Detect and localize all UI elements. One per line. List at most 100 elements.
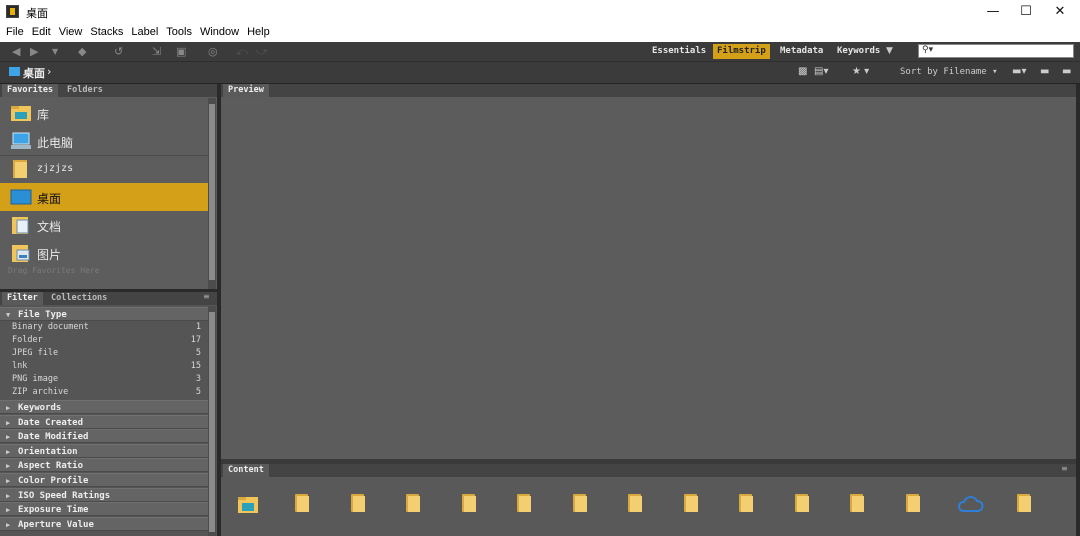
sort-dropdown[interactable]: Sort by Filename ▾ [900,67,998,77]
refine-icon[interactable]: ▣ [176,45,186,58]
favorite-item-pictures[interactable]: 图片 [0,239,208,267]
workspace-menu-icon[interactable]: ▼ [886,45,893,58]
filter-section-color-profile[interactable]: ▶ Color Profile [0,473,208,487]
tab-collections[interactable]: Collections [46,292,112,305]
folder-icon[interactable] [906,494,920,512]
forward-icon[interactable]: ▶ [30,45,38,58]
favorite-item-library[interactable]: 库 [0,99,208,127]
grid-view-icon[interactable]: ▩ [798,66,807,77]
workspace-filmstrip[interactable]: Filmstrip [713,44,770,59]
back-icon[interactable]: ◀ [12,45,20,58]
filter-panel: Filter Collections ≡ ▼ File Type Binary … [0,292,217,536]
path-bar: 桌面 › ▩ ▤▾ ★ ▾ Sort by Filename ▾ ▬▾ ▬ ▬ [0,62,1080,84]
expand-triangle-icon: ▶ [6,477,11,485]
filter-row[interactable]: lnk 15 [0,360,208,373]
favorite-label: 图片 [37,248,62,262]
folder-icon[interactable] [850,494,864,512]
favorite-item-desktop[interactable]: 桌面 [0,183,208,211]
filter-section-file-type[interactable]: ▼ File Type [0,307,208,321]
open-recent-folder-icon[interactable]: ▬▾ [1012,66,1026,77]
folder-icon[interactable] [295,494,309,512]
maximize-button[interactable]: ☐ [1009,0,1043,24]
expand-triangle-icon: ▶ [6,462,11,470]
folder-icon[interactable] [351,494,365,512]
filter-section-aperture-value[interactable]: ▶ Aperture Value [0,517,208,531]
menu-edit[interactable]: Edit [32,24,51,41]
panel-menu-icon[interactable]: ≡ [203,292,210,301]
expand-triangle-icon: ▶ [6,404,11,412]
folder-icon[interactable] [628,494,642,512]
filter-section-aspect-ratio[interactable]: ▶ Aspect Ratio [0,458,208,472]
expand-triangle-icon: ▶ [6,433,11,441]
documents-icon [12,217,29,234]
workspace-essentials[interactable]: Essentials [648,44,710,59]
rotate-icon[interactable]: ↺ [114,45,123,58]
rating-filter-icon[interactable]: ★ ▾ [852,66,869,77]
get-photos-icon[interactable]: ⇲ [152,45,161,58]
workspace-keywords[interactable]: Keywords [833,44,884,59]
filter-scroll-thumb[interactable] [209,312,215,532]
tab-preview[interactable]: Preview [223,84,269,97]
folder-icon[interactable] [795,494,809,512]
favorites-scroll-thumb[interactable] [209,104,215,280]
favorite-item-documents[interactable]: 文档 [0,211,208,239]
recent-dropdown-icon[interactable]: ▼ [52,45,58,58]
filter-section-date-modified[interactable]: ▶ Date Modified [0,429,208,443]
tab-favorites[interactable]: Favorites [2,84,59,97]
close-button[interactable]: ✕ [1043,0,1077,24]
menu-view[interactable]: View [59,24,83,41]
filter-section-iso-speed[interactable]: ▶ ISO Speed Ratings [0,488,208,502]
boomerang-icon[interactable]: ◆ [78,45,86,58]
menu-label[interactable]: Label [131,24,158,41]
tab-filter[interactable]: Filter [2,292,43,305]
filter-section-keywords[interactable]: ▶ Keywords [0,400,208,414]
cloud-icon[interactable] [956,495,984,513]
desktop-folder-icon [9,67,20,76]
filter-section-date-created[interactable]: ▶ Date Created [0,415,208,429]
library-folder-icon[interactable] [237,494,259,514]
filter-row[interactable]: Folder 17 [0,334,208,347]
menu-window[interactable]: Window [200,24,239,41]
minimize-button[interactable]: — [976,0,1010,24]
tab-content[interactable]: Content [223,464,269,477]
filter-row[interactable]: PNG image 3 [0,373,208,386]
filter-row[interactable]: ZIP archive 5 [0,386,208,399]
workspace-metadata[interactable]: Metadata [776,44,827,59]
rotate-left-icon[interactable]: ⤺ [236,45,248,58]
folder-icon[interactable] [517,494,531,512]
favorites-panel: Favorites Folders 库 此电脑 zjzjzs 桌面 文档 图片 … [0,84,217,289]
new-folder-icon[interactable]: ▬ [1040,66,1049,77]
breadcrumb-chevron[interactable]: › [47,65,51,78]
thumbnail-quality-icon[interactable]: ▤▾ [814,66,828,77]
folder-icon[interactable] [739,494,753,512]
window-title: 桌面 [26,7,48,20]
filter-row[interactable]: Binary document 1 [0,321,208,334]
camera-raw-icon[interactable]: ◎ [208,45,218,58]
filter-section-orientation[interactable]: ▶ Orientation [0,444,208,458]
folder-icon[interactable] [573,494,587,512]
expand-triangle-icon: ▶ [6,448,11,456]
favorite-item-this-pc[interactable]: 此电脑 [0,127,208,155]
desktop-icon [10,189,32,205]
panel-menu-icon[interactable]: ≡ [1061,464,1068,473]
menu-help[interactable]: Help [247,24,270,41]
folder-icon[interactable] [462,494,476,512]
tab-folders[interactable]: Folders [62,84,108,97]
delete-icon[interactable]: ▬ [1062,66,1071,77]
favorite-label: 此电脑 [37,136,74,150]
favorites-scrollbar[interactable] [208,98,216,289]
folder-icon[interactable] [406,494,420,512]
menu-file[interactable]: File [6,24,24,41]
folder-icon[interactable] [1017,494,1031,512]
breadcrumb-current[interactable]: 桌面 [23,65,45,81]
filter-scrollbar[interactable] [208,306,216,536]
rotate-right-icon[interactable]: ⤻ [256,45,268,58]
search-input[interactable]: ⚲▾ [918,44,1074,58]
menu-tools[interactable]: Tools [166,24,192,41]
filter-row[interactable]: JPEG file 5 [0,347,208,360]
folder-icon[interactable] [684,494,698,512]
favorite-item-zjzjzs[interactable]: zjzjzs [0,155,208,183]
menu-stacks[interactable]: Stacks [90,24,123,41]
filter-section-exposure-time[interactable]: ▶ Exposure Time [0,502,208,516]
menu-bar: File Edit View Stacks Label Tools Window Help [0,24,1080,43]
